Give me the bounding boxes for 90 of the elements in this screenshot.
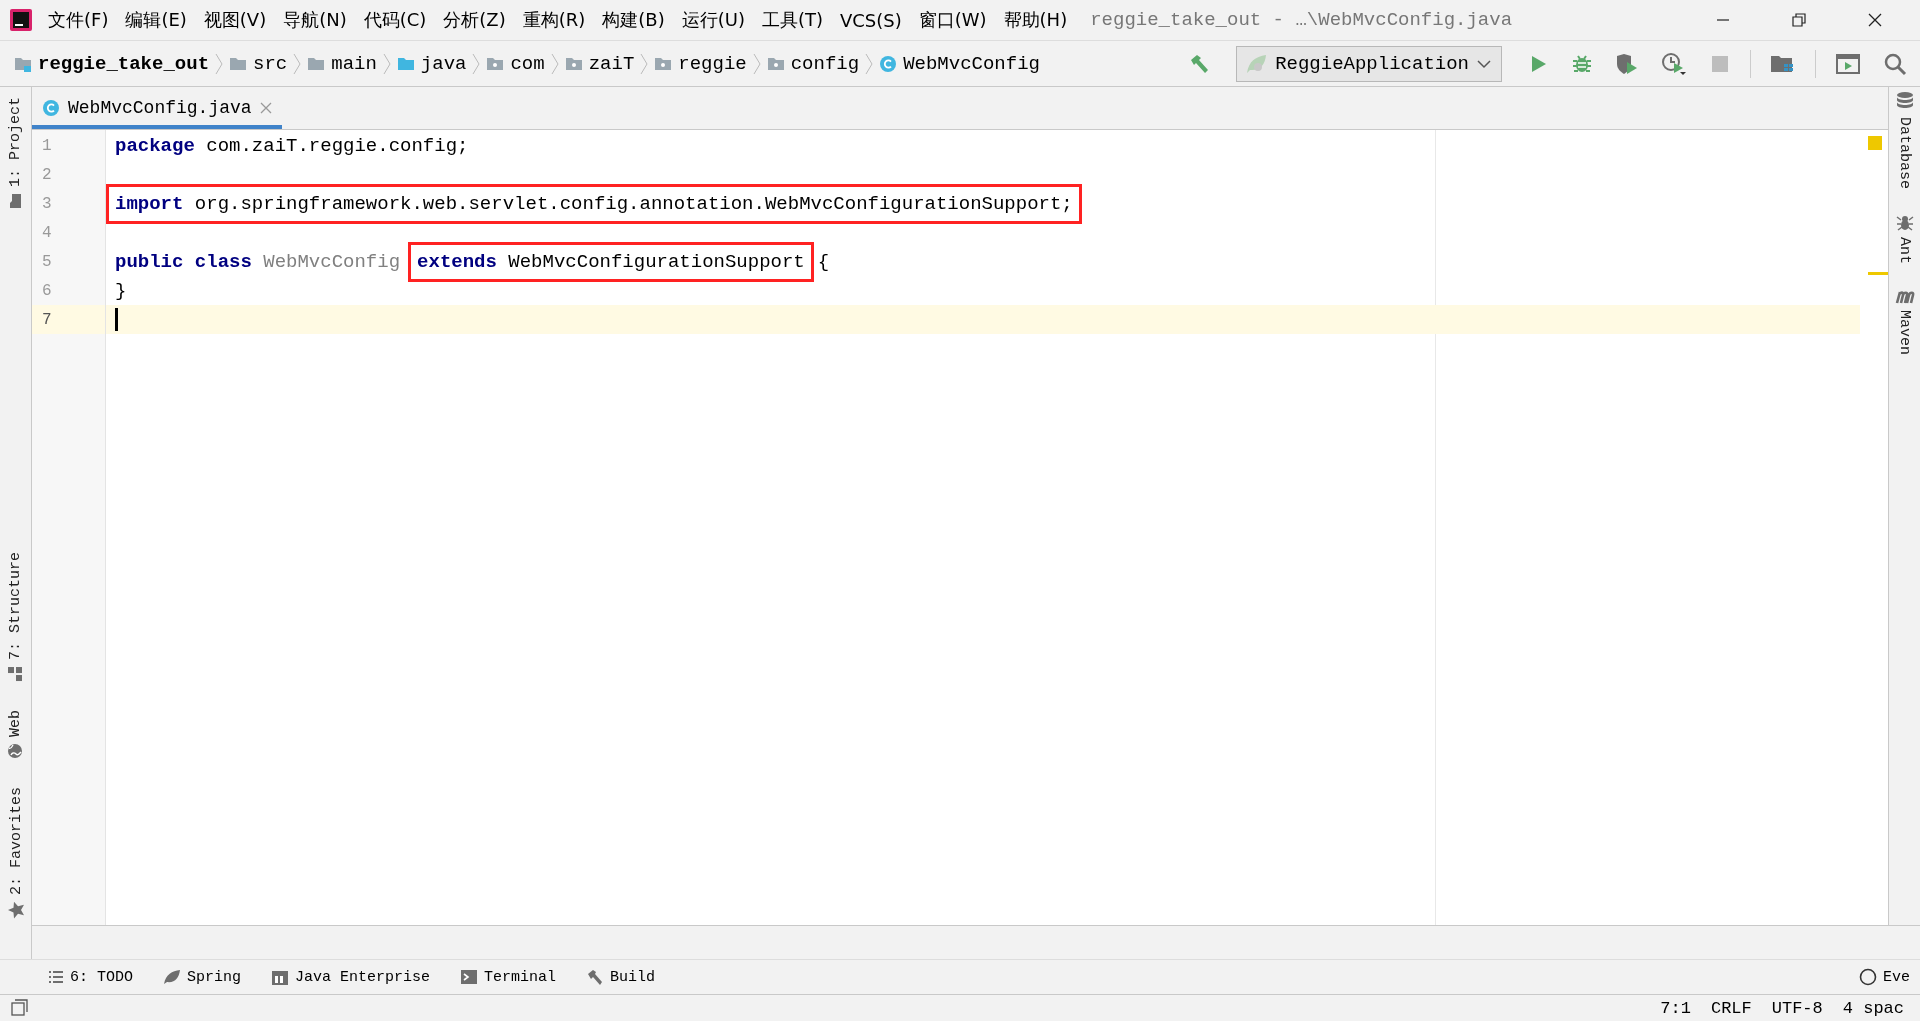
menu-item[interactable]: 重构(R) xyxy=(522,8,586,32)
window-title: reggie_take_out - …\WebMvcConfig.java xyxy=(1090,9,1514,31)
run-configuration-dropdown[interactable]: ReggieApplication xyxy=(1236,45,1502,82)
class-icon xyxy=(42,99,60,117)
status-item[interactable]: 7:1 xyxy=(1660,998,1691,1018)
highlighted-code: import org.springframework.web.servlet.config.annotation.WebMvcConfigurationSupport; xyxy=(106,183,1082,224)
menu-item[interactable]: 代码(C) xyxy=(363,8,427,32)
folder-icon xyxy=(7,193,24,209)
chevron-icon xyxy=(640,52,649,75)
breadcrumb-item[interactable]: reggie xyxy=(678,52,747,75)
status-item[interactable]: CRLF xyxy=(1710,998,1752,1018)
code-text: } xyxy=(115,279,127,302)
globe-icon xyxy=(7,742,24,759)
line-number: 2 xyxy=(42,165,52,184)
tool-window-button[interactable]: Database xyxy=(1895,91,1914,189)
structure-icon xyxy=(7,665,24,682)
chevron-icon xyxy=(215,52,224,75)
breadcrumb-item[interactable]: com xyxy=(510,52,545,75)
database-icon xyxy=(1895,91,1914,111)
chevron-icon xyxy=(865,52,874,75)
tool-window-button[interactable]: 6: TODO xyxy=(48,968,133,986)
line-number: 6 xyxy=(42,281,52,300)
menu-item[interactable]: 工具(T) xyxy=(761,8,823,32)
tool-window-button[interactable]: 2: Favorites xyxy=(6,786,25,919)
menu-item[interactable]: 帮助(H) xyxy=(1003,8,1068,32)
tool-window-button[interactable]: 1: Project xyxy=(7,97,24,209)
close-icon[interactable] xyxy=(1868,13,1882,27)
status-item[interactable]: UTF-8 xyxy=(1771,998,1823,1018)
star-icon xyxy=(6,901,25,919)
class-icon xyxy=(879,54,898,73)
breadcrumb-item[interactable]: reggie_take_out xyxy=(38,52,210,75)
bubble-icon[interactable] xyxy=(1859,968,1877,986)
search-icon[interactable] xyxy=(1883,51,1907,76)
breadcrumb-item[interactable]: config xyxy=(790,52,860,75)
menu-item[interactable]: 文件(F) xyxy=(48,8,109,32)
breadcrumb-item[interactable]: src xyxy=(253,52,288,75)
line-number: 1 xyxy=(42,136,52,155)
text-cursor xyxy=(115,308,118,331)
terminal-icon[interactable] xyxy=(460,969,479,985)
panel-toggle-icon[interactable] xyxy=(10,999,28,1017)
tool-window-button[interactable]: Java Enterprise xyxy=(271,968,431,986)
tool-window-button[interactable]: Maven xyxy=(1894,288,1915,356)
hammer-icon xyxy=(1188,52,1211,75)
clock-run-icon[interactable] xyxy=(1661,51,1687,76)
line-number: 7 xyxy=(42,310,52,329)
code-text: { xyxy=(817,250,830,273)
line-number: 5 xyxy=(42,252,52,271)
chevron-icon xyxy=(550,52,559,75)
maven-icon xyxy=(1894,288,1915,305)
menu-item[interactable]: 分析(Z) xyxy=(443,8,506,32)
tool-window-button[interactable]: Web xyxy=(7,709,24,759)
tool-window-button[interactable]: Spring xyxy=(163,968,242,986)
tool-window-button[interactable]: Terminal xyxy=(460,968,557,986)
menu-item[interactable]: 编辑(E) xyxy=(125,8,187,32)
menu-item[interactable]: 窗口(W) xyxy=(918,8,987,32)
code-text: package com.zaiT.reggie.config; xyxy=(115,134,469,157)
app-logo-icon[interactable] xyxy=(10,9,32,31)
chevron-icon xyxy=(472,52,481,75)
leaf-icon xyxy=(1245,52,1268,75)
menu-item[interactable]: 运行(U) xyxy=(681,8,745,32)
hammer-icon[interactable] xyxy=(586,968,605,986)
list-icon[interactable] xyxy=(48,969,64,985)
warning-marker-icon[interactable] xyxy=(1868,136,1882,150)
line-number: 3 xyxy=(42,194,52,213)
chevron-down-icon xyxy=(1477,58,1491,69)
tool-window-button[interactable]: Ant xyxy=(1895,213,1914,265)
tool-window-button[interactable]: 7: Structure xyxy=(7,551,24,682)
spider-icon xyxy=(1895,213,1914,231)
enterprise-icon[interactable] xyxy=(271,968,290,986)
shield-run-icon[interactable] xyxy=(1615,52,1639,75)
menu-item[interactable]: 导航(N) xyxy=(283,8,347,32)
run-window-icon[interactable] xyxy=(1835,52,1861,75)
code-text: public class WebMvcConfig xyxy=(115,250,401,273)
tool-window-button[interactable]: Build xyxy=(586,968,656,986)
breadcrumb-item[interactable]: java xyxy=(420,52,467,75)
tool-window-button[interactable]: Eve xyxy=(1859,968,1910,986)
status-item[interactable]: 4 spac xyxy=(1842,998,1904,1018)
breadcrumb-item[interactable]: WebMvcConfig xyxy=(903,52,1040,75)
chevron-icon xyxy=(382,52,391,75)
highlighted-code: extends WebMvcConfigurationSupport xyxy=(408,241,814,282)
breadcrumb-item[interactable]: zaiT xyxy=(588,52,635,75)
menu-item[interactable]: 构建(B) xyxy=(602,8,665,32)
leaf-icon[interactable] xyxy=(163,969,181,985)
chevron-icon xyxy=(293,52,302,75)
line-number: 4 xyxy=(42,223,52,242)
menu-item[interactable]: 视图(V) xyxy=(203,8,267,32)
breadcrumb-item[interactable]: main xyxy=(331,52,377,75)
restore-icon[interactable] xyxy=(1792,13,1806,27)
menu-item[interactable]: VCS(S) xyxy=(839,9,902,31)
chevron-icon xyxy=(752,52,761,75)
